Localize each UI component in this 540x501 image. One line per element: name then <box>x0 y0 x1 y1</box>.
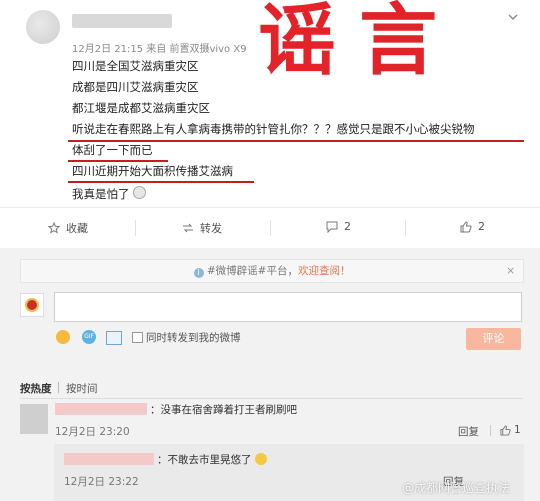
emoji-icon[interactable] <box>56 330 70 344</box>
red-underline <box>68 160 168 162</box>
reply-time: 12月2日 23:22 <box>64 476 139 488</box>
action-bar: 收藏 转发 2 2 <box>0 207 540 249</box>
sort-by-hot-tab[interactable]: 按热度 <box>20 381 52 396</box>
post-line: 四川是全国艾滋病重灾区 <box>72 59 199 73</box>
skull-emoji-icon <box>133 186 147 199</box>
post-line: 听说走在春熙路上有人拿病毒携带的针管扎你？？？感觉只是跟不小心被尖锐物 <box>72 122 475 136</box>
police-badge-avatar <box>20 293 44 317</box>
rumor-stamp: 谣 言 <box>258 0 437 86</box>
comment-icon <box>326 221 338 233</box>
comment-input[interactable] <box>54 292 522 322</box>
red-underline <box>68 181 254 183</box>
rumor-notice-bar: i #微博辟谣#平台，欢迎查阅！ × <box>20 259 524 283</box>
thumbs-up-icon <box>500 424 511 436</box>
post-line: 我真是怕了 <box>72 186 147 203</box>
thumbs-up-icon <box>460 220 472 232</box>
notice-link[interactable]: 欢迎查阅！ <box>298 265 351 277</box>
post-line: 四川近期开始大面积传播艾滋病 <box>72 164 233 178</box>
reply-button[interactable]: 回复 <box>458 424 479 439</box>
comment-like-button[interactable]: 1 <box>500 424 521 436</box>
commenter-avatar[interactable] <box>20 404 48 434</box>
forward-icon <box>183 223 193 233</box>
chevron-down-icon[interactable] <box>508 12 518 22</box>
info-icon: i <box>193 268 204 278</box>
post-line: 成都是四川艾滋病重灾区 <box>72 80 199 94</box>
star-icon <box>48 222 60 234</box>
reply-text: ：不敢去市里晃悠了 <box>157 452 267 467</box>
post-line: 体刮了一下而已 <box>72 143 153 157</box>
post-line: 都江堰是成都艾滋病重灾区 <box>72 101 210 115</box>
submit-comment-button[interactable]: 评论 <box>466 328 521 350</box>
gif-icon[interactable]: GIF <box>82 330 96 344</box>
post-meta: 12月2日 21:15 来自 前置双摄vivo X9 <box>72 44 247 55</box>
comment-time: 12月2日 23:20 <box>55 426 130 438</box>
sort-by-time-tab[interactable]: 按时间 <box>66 381 98 396</box>
comment-button[interactable]: 2 <box>326 220 351 233</box>
replier-name-blurred[interactable] <box>64 453 154 465</box>
watermark: @成都网警巡查执法 <box>402 481 511 495</box>
collect-button[interactable]: 收藏 <box>48 220 88 236</box>
comment-text: ：没事在宿舍蹲着打王者刷刷吧 <box>150 404 297 416</box>
close-icon[interactable]: × <box>506 260 515 282</box>
like-button[interactable]: 2 <box>460 220 485 233</box>
forward-checkbox-label: 同时转发到我的微博 <box>146 332 241 344</box>
forward-button[interactable]: 转发 <box>182 220 222 236</box>
image-icon[interactable] <box>106 331 122 345</box>
username-blurred[interactable] <box>72 14 172 28</box>
commenter-name-blurred[interactable] <box>55 403 147 415</box>
smiley-emoji-icon <box>254 453 267 465</box>
forward-checkbox[interactable] <box>132 332 143 343</box>
avatar[interactable] <box>26 10 60 44</box>
